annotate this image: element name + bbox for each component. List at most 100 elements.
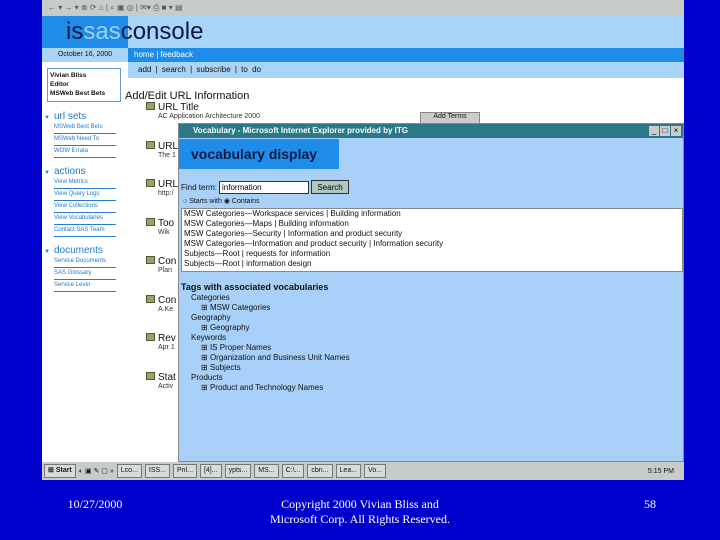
sidebar-link[interactable]: SAS Glossary <box>54 268 116 280</box>
edit-icon[interactable] <box>146 179 155 187</box>
quicklaunch-icons[interactable]: ◐ ▣ ✎ ▢ » <box>79 467 114 475</box>
taskbar: ⊞ Start ◐ ▣ ✎ ▢ » Lco... ISS... Pnl... [4].… <box>42 462 684 480</box>
tag-group: Geography <box>191 313 231 322</box>
result-item[interactable]: MSW Categories—Workspace services | Buil… <box>184 209 682 219</box>
sidebar-link[interactable]: View Collections <box>54 201 116 213</box>
section-links: View Metrics View Query Logs View Collecti… <box>42 177 122 237</box>
tag-item[interactable]: ⊞ Subjects <box>181 363 350 373</box>
section-header[interactable]: ▼ actions <box>42 166 122 177</box>
expand-icon[interactable]: ⊞ <box>201 303 210 312</box>
sidebar-link[interactable]: View Vocabularies <box>54 213 116 225</box>
tag-item[interactable]: ⊞ Geography <box>181 323 350 333</box>
taskbar-item[interactable]: Vo... <box>364 464 387 478</box>
browser-toolbar[interactable]: ← ▾ → ▾ ⊗ ⟳ ⌂ | ⌕ ▣ ◎ | ✉▾ ⎙ ■ ▾ ▤ <box>42 0 684 16</box>
tags-title: Tags with associated vocabularies <box>181 282 329 292</box>
edit-icon[interactable] <box>146 256 155 264</box>
result-item[interactable]: Subjects—Root | information design <box>184 259 682 269</box>
toolbar-icons[interactable]: ← ▾ → ▾ ⊗ ⟳ ⌂ | ⌕ ▣ ◎ | ✉▾ ⎙ ■ ▾ ▤ <box>48 3 183 13</box>
url-field: Rev Apr 1 <box>146 333 176 351</box>
field-value: Activ <box>158 382 174 390</box>
user-role: Editor <box>50 81 69 88</box>
search-button[interactable]: Search <box>311 180 350 194</box>
taskbar-item[interactable]: C:\... <box>281 464 305 478</box>
edit-icon[interactable] <box>146 294 155 303</box>
taskbar-item[interactable]: [4]... <box>199 464 222 478</box>
close-icon[interactable]: × <box>671 126 681 136</box>
field-value: http:/ <box>158 190 174 197</box>
result-item[interactable]: MSW Categories—Information and product s… <box>184 239 682 249</box>
window-controls[interactable]: _ □ × <box>649 126 681 136</box>
nav-links[interactable]: add | search | subscribe | to do <box>128 62 684 78</box>
taskbar-item[interactable]: MS... <box>254 464 279 478</box>
triangle-icon: ▼ <box>44 115 50 121</box>
field-value: Apr 1 <box>158 344 175 351</box>
edit-icon[interactable] <box>146 371 155 380</box>
browser-screenshot: ← ▾ → ▾ ⊗ ⟳ ⌂ | ⌕ ▣ ◎ | ✉▾ ⎙ ■ ▾ ▤ issas… <box>42 0 684 480</box>
minimize-icon[interactable]: _ <box>649 126 659 136</box>
sidebar-link[interactable]: Service Documents <box>54 256 116 268</box>
maximize-icon[interactable]: □ <box>660 126 670 136</box>
edit-icon[interactable] <box>146 333 155 341</box>
tags-tree: Tags with associated vocabularies Catego… <box>181 282 350 393</box>
url-field: URL The 1 <box>146 140 179 159</box>
taskbar-item[interactable]: ISS... <box>144 464 171 478</box>
tag-item[interactable]: ⊞ Product and Technology Names <box>181 383 350 393</box>
site-logo: issasconsole <box>66 18 204 45</box>
taskbar-item[interactable]: ypts... <box>224 464 252 478</box>
find-input[interactable] <box>219 180 310 194</box>
taskbar-item[interactable]: Lea... <box>335 464 362 478</box>
sidebar-link[interactable]: WOW Errata <box>54 146 116 158</box>
taskbar-item[interactable]: Lco... <box>116 464 142 478</box>
sidebar-link[interactable]: View Metrics <box>54 177 116 189</box>
section-links: MSWeb Best Bets MSWeb Need To WOW Errata <box>42 122 122 158</box>
header-bg <box>128 16 684 48</box>
home-links[interactable]: home | feedback <box>128 48 684 62</box>
result-item[interactable]: MSW Categories—Maps | Building informati… <box>184 219 682 229</box>
sidebar-link[interactable]: View Query Logs <box>54 189 116 201</box>
radio-starts-with[interactable]: ○ Starts with <box>183 198 222 205</box>
user-site: MSWeb Best Bets <box>50 90 106 97</box>
field-label: Con <box>158 294 177 306</box>
tag-item[interactable]: ⊞ MSW Categories <box>181 303 350 313</box>
tag-label: Product and Technology Names <box>209 383 324 392</box>
triangle-icon: ▼ <box>44 249 50 255</box>
expand-icon[interactable]: ⊞ <box>201 363 210 372</box>
url-field: Con Plan <box>146 256 176 274</box>
sidebar-section: ▼ url sets MSWeb Best Bets MSWeb Need To WOW… <box>42 111 122 158</box>
result-item[interactable]: Subjects—Root | requests for information <box>184 249 682 259</box>
edit-icon[interactable] <box>146 140 155 149</box>
tag-label: MSW Categories <box>209 303 271 312</box>
tag-group: Products <box>191 373 223 382</box>
expand-icon[interactable]: ⊞ <box>201 323 210 332</box>
date: October 16, 2000 <box>42 48 128 62</box>
edit-icon[interactable] <box>146 217 155 226</box>
tag-group: Keywords <box>191 333 227 342</box>
tag-item[interactable]: ⊞ Organization and Business Unit Names <box>181 353 350 363</box>
tag-label: Geography <box>209 323 250 332</box>
result-item[interactable]: MSW Categories—Security | Information an… <box>184 229 682 239</box>
results-list[interactable]: MSW Categories—Workspace services | Buil… <box>181 208 683 272</box>
section-header[interactable]: ▼ url sets <box>42 111 122 122</box>
edit-icon[interactable] <box>146 102 155 110</box>
radio-contains[interactable]: ◉ Contains <box>224 198 260 205</box>
expand-icon[interactable]: ⊞ <box>201 343 210 352</box>
section-header[interactable]: ▼ documents <box>42 245 122 256</box>
expand-icon[interactable]: ⊞ <box>201 353 210 362</box>
url-field: URL http:/ <box>146 179 178 197</box>
sidebar-link[interactable]: Contact SAS Team <box>54 225 116 237</box>
user-name: Vivian Bliss <box>50 72 87 79</box>
sidebar-link[interactable]: MSWeb Need To <box>54 134 116 146</box>
field-value: Wik <box>158 228 170 236</box>
start-button[interactable]: ⊞ Start <box>44 464 76 478</box>
tag-item[interactable]: ⊞ IS Proper Names <box>181 343 350 353</box>
expand-icon[interactable]: ⊞ <box>201 383 210 392</box>
taskbar-item[interactable]: cbn... <box>307 464 333 478</box>
taskbar-item[interactable]: Pnl... <box>173 464 197 478</box>
window-title: Vocabulary - Microsoft Internet Explorer… <box>179 124 683 138</box>
sidebar-link[interactable]: Service Level <box>54 280 116 292</box>
triangle-icon: ▼ <box>44 170 50 176</box>
sidebar-link[interactable]: MSWeb Best Bets <box>54 122 116 134</box>
tag-label: Organization and Business Unit Names <box>209 353 350 362</box>
field-label: URL <box>158 140 179 152</box>
url-field: Con A.Ke <box>146 294 177 313</box>
